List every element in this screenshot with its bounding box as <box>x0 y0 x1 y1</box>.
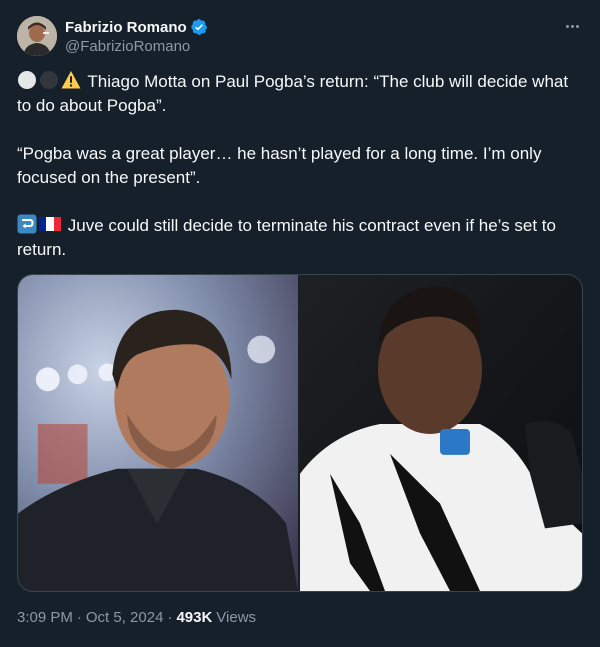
verified-badge-icon[interactable] <box>190 18 208 36</box>
tweet-card: Fabrizio Romano @FabrizioRomano Thiago M… <box>0 0 600 647</box>
tweet-line-3: Juve could still decide to terminate his… <box>17 216 556 259</box>
photo-pogba-image <box>300 275 582 591</box>
tweet-paragraph-1: Thiago Motta on Paul Pogba’s return: “Th… <box>17 70 583 118</box>
tweet-paragraph-2: “Pogba was a great player… he hasn’t pla… <box>17 142 583 190</box>
views-label: Views <box>216 609 257 626</box>
photo-thiago-motta[interactable] <box>18 275 300 591</box>
tweet-meta: 3:09 PM · Oct 5, 2024 · 493K Views <box>17 609 256 626</box>
tweet-time[interactable]: 3:09 PM <box>17 609 73 626</box>
author-handle[interactable]: @FabrizioRomano <box>65 38 208 55</box>
author-block: Fabrizio Romano @FabrizioRomano <box>65 17 208 55</box>
black-circle-icon <box>40 71 58 89</box>
photo-motta-image <box>18 275 298 591</box>
tweet-line-1: Thiago Motta on Paul Pogba’s return: “Th… <box>17 72 569 115</box>
more-options-icon[interactable] <box>562 16 582 36</box>
author-name[interactable]: Fabrizio Romano <box>65 19 187 36</box>
tweet-date[interactable]: Oct 5, 2024 <box>86 609 164 626</box>
photo-paul-pogba[interactable] <box>300 275 582 591</box>
views-count: 493K <box>176 609 213 626</box>
avatar-image <box>17 16 57 56</box>
tweet-media[interactable] <box>17 274 583 592</box>
author-avatar[interactable] <box>17 16 57 56</box>
meta-separator: · <box>76 609 82 626</box>
tweet-paragraph-3: Juve could still decide to terminate his… <box>17 214 583 262</box>
white-circle-icon <box>18 71 36 89</box>
tweet-text: Thiago Motta on Paul Pogba’s return: “Th… <box>17 70 583 262</box>
france-flag-icon <box>39 217 61 231</box>
meta-separator-2: · <box>167 609 173 626</box>
return-arrow-icon <box>17 214 37 234</box>
warning-icon <box>61 71 81 89</box>
tweet-line-2: “Pogba was a great player… he hasn’t pla… <box>17 144 542 187</box>
